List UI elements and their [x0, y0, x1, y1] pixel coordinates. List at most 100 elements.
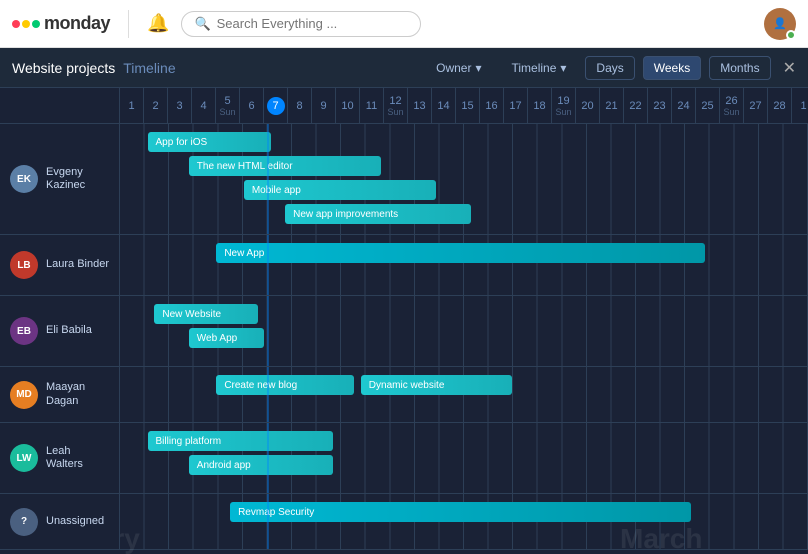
avatar-eli: EB: [10, 317, 38, 345]
date-cell-22: 23: [648, 88, 672, 123]
row-name-eli: Eli Babila: [46, 324, 92, 337]
gantt-bar-eli-1[interactable]: Web App: [189, 328, 265, 348]
row-label-leah: LW Leah Walters: [0, 423, 120, 493]
days-view-btn[interactable]: Days: [585, 56, 634, 80]
logo-dots: [12, 20, 40, 28]
date-cell-11: 12Sun: [384, 88, 408, 123]
view-subtitle: Timeline: [123, 60, 175, 76]
date-cell-1: 2: [144, 88, 168, 123]
avatar-laura: LB: [10, 251, 38, 279]
close-button[interactable]: ✕: [783, 58, 796, 78]
date-cell-12: 13: [408, 88, 432, 123]
date-cell-7: 8: [288, 88, 312, 123]
timeline-evgeny: App for iOS The new HTML editor Mobile app…: [120, 124, 808, 234]
avatar-container[interactable]: 👤: [764, 8, 796, 40]
gantt-bar-evgeny-3[interactable]: New app improvements: [285, 204, 471, 224]
today-line: [267, 367, 269, 422]
grid-row-eli: EB Eli Babila New Website Web App: [0, 296, 808, 367]
avatar-leah: LW: [10, 444, 38, 472]
date-cell-25: 26Sun: [720, 88, 744, 123]
months-view-btn[interactable]: Months: [709, 56, 770, 80]
bell-icon[interactable]: 🔔: [147, 13, 169, 34]
gantt-bar-maayan-1[interactable]: Dynamic website: [361, 375, 512, 395]
gantt-bar-evgeny-1[interactable]: The new HTML editor: [189, 156, 382, 176]
row-label-evgeny: EKEvgeny Kazinec: [0, 124, 120, 234]
today-line: [267, 235, 269, 295]
date-cell-27: 28: [768, 88, 792, 123]
timeline-maayan: Create new blog Dynamic website: [120, 367, 808, 422]
date-cell-28: 1: [792, 88, 808, 123]
date-cell-10: 11: [360, 88, 384, 123]
grid-row-evgeny: EKEvgeny Kazinec App for iOS The new HTML …: [0, 124, 808, 235]
search-input[interactable]: [217, 16, 409, 31]
date-cell-14: 15: [456, 88, 480, 123]
logo-dot-yellow: [22, 20, 30, 28]
logo-dot-red: [12, 20, 20, 28]
date-cell-19: 20: [576, 88, 600, 123]
timeline-leah: Billing platform Android app: [120, 423, 808, 493]
project-title: Website projects: [12, 60, 115, 76]
row-label-unassigned: ?Unassigned: [0, 494, 120, 549]
logo-dot-green: [32, 20, 40, 28]
top-nav: monday 🔔 🔍 👤: [0, 0, 808, 48]
row-label-header: [0, 88, 120, 123]
date-cell-3: 4: [192, 88, 216, 123]
date-cell-15: 16: [480, 88, 504, 123]
gantt-bar-laura-0[interactable]: New AppFeb 10thFeb 28th: [216, 243, 704, 263]
search-icon: 🔍: [194, 16, 210, 32]
row-label-laura: LB Laura Binder: [0, 235, 120, 295]
row-name-leah: Leah Walters: [46, 445, 109, 471]
gantt-bar-maayan-0[interactable]: Create new blog: [216, 375, 354, 395]
date-cell-17: 18: [528, 88, 552, 123]
timeline-dropdown[interactable]: Timeline ▾: [500, 56, 577, 80]
date-cell-23: 24: [672, 88, 696, 123]
today-line: [267, 494, 269, 549]
row-name-laura: Laura Binder: [46, 258, 109, 271]
logo: monday: [12, 13, 110, 34]
avatar-status: [786, 30, 796, 40]
owner-dropdown[interactable]: Owner ▾: [425, 56, 492, 80]
today-line: [267, 296, 269, 366]
avatar-unassigned: ?: [10, 508, 38, 536]
avatar-evgeny: EK: [10, 165, 38, 193]
row-label-maayan: MD Maayan Dagan: [0, 367, 120, 422]
gantt-bar-unassigned-0[interactable]: Revmap Security: [230, 502, 691, 522]
date-cell-16: 17: [504, 88, 528, 123]
weeks-view-btn[interactable]: Weeks: [643, 56, 701, 80]
grid-row-maayan: MD Maayan Dagan Create new blog Dynamic web…: [0, 367, 808, 423]
gantt-bar-leah-1[interactable]: Android app: [189, 455, 333, 475]
row-label-eli: EB Eli Babila: [0, 296, 120, 366]
today-line: [267, 423, 269, 493]
main-grid: EKEvgeny Kazinec App for iOS The new HTML …: [0, 124, 808, 554]
timeline-laura: New AppFeb 10thFeb 28th: [120, 235, 808, 295]
gantt-bar-evgeny-2[interactable]: Mobile app: [244, 180, 437, 200]
date-cell-21: 22: [624, 88, 648, 123]
avatar-maayan: MD: [10, 381, 38, 409]
date-cell-18: 19Sun: [552, 88, 576, 123]
timeline-eli: New Website Web App: [120, 296, 808, 366]
date-cell-8: 9: [312, 88, 336, 123]
date-header: 12345Sun6789101112Sun13141516171819Sun20…: [0, 88, 808, 124]
gantt-bar-evgeny-0[interactable]: App for iOS: [148, 132, 272, 152]
date-cell-0: 1: [120, 88, 144, 123]
date-cell-9: 10: [336, 88, 360, 123]
date-cell-20: 21: [600, 88, 624, 123]
toolbar: Website projects Timeline Owner ▾ Timeli…: [0, 48, 808, 88]
date-cells: 12345Sun6789101112Sun13141516171819Sun20…: [120, 88, 808, 123]
timeline-unassigned: Revmap Security: [120, 494, 808, 549]
date-cell-4: 5Sun: [216, 88, 240, 123]
grid-row-unassigned: ?Unassigned Revmap Security: [0, 494, 808, 550]
date-cell-2: 3: [168, 88, 192, 123]
row-name-maayan: Maayan Dagan: [46, 381, 109, 407]
gantt-bar-eli-0[interactable]: New Website: [154, 304, 257, 324]
today-line: [267, 124, 269, 234]
nav-divider: [128, 10, 129, 38]
logo-text: monday: [44, 13, 110, 34]
date-cell-13: 14: [432, 88, 456, 123]
date-cell-24: 25: [696, 88, 720, 123]
date-cell-6: 7: [264, 88, 288, 123]
date-cell-5: 6: [240, 88, 264, 123]
gantt-bar-leah-0[interactable]: Billing platform: [148, 431, 334, 451]
grid-row-laura: LB Laura Binder New AppFeb 10thFeb 28th: [0, 235, 808, 296]
search-bar: 🔍: [181, 11, 421, 37]
